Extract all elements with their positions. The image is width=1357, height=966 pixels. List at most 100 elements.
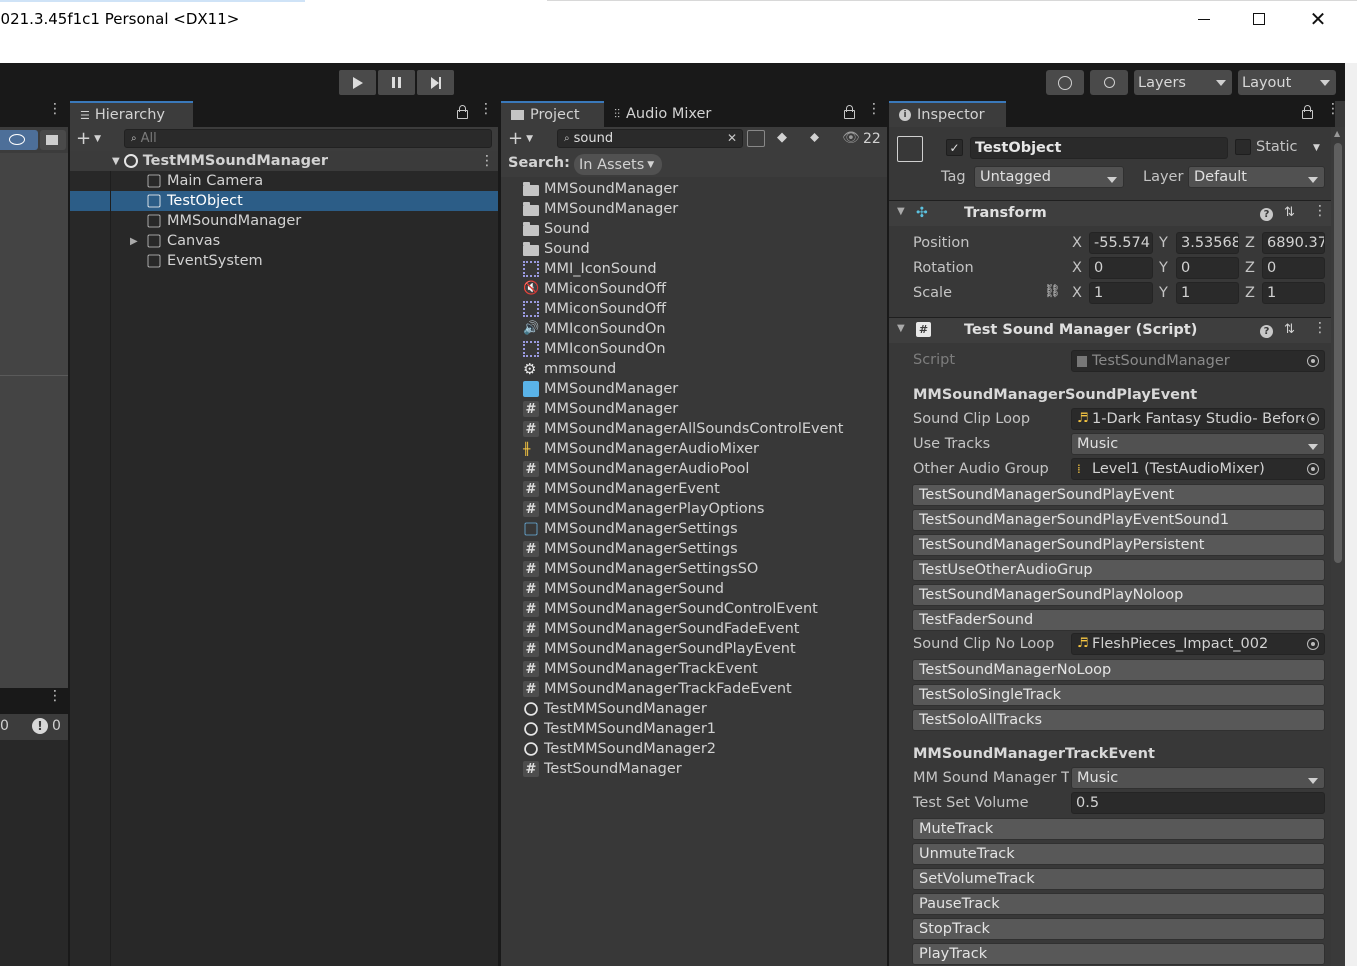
project-search-input[interactable]: ⌕ sound ✕ [557, 129, 743, 148]
create-button[interactable]: + ▼ [508, 128, 533, 149]
close-button[interactable]: ✕ [1290, 4, 1346, 34]
collapse-arrow-icon[interactable]: ▼ [897, 206, 905, 217]
save-search-button[interactable] [747, 130, 765, 147]
list-item[interactable]: # MMSoundManagerSoundControlEvent [523, 599, 818, 619]
list-item[interactable]: ╫ MMSoundManagerAudioMixer [523, 439, 759, 459]
list-item[interactable]: TestMMSoundManager2 [523, 739, 716, 759]
list-item[interactable]: TestMMSoundManager1 [523, 719, 716, 739]
step-button[interactable] [417, 70, 454, 95]
scene-header-row[interactable]: ▼ TestMMSoundManager ⋮ [70, 151, 498, 171]
tag-dropdown[interactable]: Untagged [974, 166, 1124, 188]
expand-arrow-icon[interactable]: ▶ [130, 236, 146, 247]
scene-view[interactable] [0, 153, 68, 688]
volume-field[interactable]: 0.5 [1071, 792, 1325, 814]
list-item[interactable]: # MMSoundManagerTrackFadeEvent [523, 679, 792, 699]
list-item[interactable]: # MMSoundManagerSettingsSO [523, 559, 758, 579]
static-checkbox[interactable] [1235, 139, 1251, 155]
lock-icon[interactable] [844, 105, 855, 119]
gameobject-icon[interactable] [897, 136, 923, 162]
rotation-z-field[interactable]: 0 [1262, 257, 1325, 279]
scrollbar-thumb[interactable] [1334, 143, 1342, 563]
more-menu-icon[interactable]: ⋮ [48, 689, 62, 703]
list-item[interactable]: # MMSoundManagerEvent [523, 479, 720, 499]
presets-icon[interactable]: ⇅ [1284, 322, 1295, 337]
list-item[interactable]: MMSoundManager [523, 179, 678, 199]
tab-hierarchy[interactable]: ☰ Hierarchy [70, 101, 193, 127]
object-name-field[interactable]: TestObject [970, 137, 1228, 159]
track-dropdown[interactable]: Music [1071, 767, 1325, 789]
list-item[interactable]: Sound [523, 219, 590, 239]
chevron-down-icon[interactable]: ▼ [1313, 143, 1320, 153]
list-item[interactable]: 🔇 MMiconSoundOff [523, 279, 666, 299]
list-item[interactable]: # MMSoundManagerSoundFadeEvent [523, 619, 799, 639]
error-count[interactable]: 0 [52, 718, 61, 734]
play-button[interactable] [339, 70, 376, 95]
list-item[interactable]: EventSystem [70, 251, 498, 271]
scale-y-field[interactable]: 1 [1176, 282, 1239, 304]
list-item[interactable]: # MMSoundManagerAudioPool [523, 459, 749, 479]
list-item[interactable]: MMSoundManagerSettings [523, 519, 738, 539]
inspector-action-button[interactable]: PlayTrack [912, 943, 1325, 965]
object-picker-icon[interactable] [1307, 355, 1319, 367]
list-item[interactable]: # MMSoundManagerAllSoundsControlEvent [523, 419, 843, 439]
use-tracks-dropdown[interactable]: Music [1071, 433, 1325, 455]
inspector-action-button[interactable]: TestUseOtherAudioGrup [912, 559, 1325, 581]
inspector-action-button[interactable]: TestSoundManagerSoundPlayEventSound1 [912, 509, 1325, 531]
list-item[interactable]: MMSoundManager [523, 199, 678, 219]
list-item[interactable]: MMSoundManager [70, 211, 498, 231]
list-item[interactable]: # MMSoundManagerSoundPlayEvent [523, 639, 796, 659]
more-menu-icon[interactable]: ⋮ [479, 102, 493, 116]
maximize-button[interactable] [1231, 4, 1287, 34]
layers-dropdown[interactable]: Layers [1134, 70, 1232, 95]
search-scope-in-assets[interactable]: In Assets ▼ [574, 154, 662, 175]
inspector-action-button[interactable]: TestSoloSingleTrack [912, 684, 1325, 706]
inspector-action-button[interactable]: TestSoundManagerSoundPlayNoloop [912, 584, 1325, 606]
list-item[interactable]: ▶ Canvas [70, 231, 498, 251]
sound-clip-loop-field[interactable]: ♬ 1-Dark Fantasy Studio- Before [1071, 408, 1325, 430]
rotation-y-field[interactable]: 0 [1176, 257, 1239, 279]
list-item[interactable]: MMiconSoundOff [523, 299, 666, 319]
inspector-action-button[interactable]: TestSoundManagerNoLoop [912, 659, 1325, 681]
more-menu-icon[interactable]: ⋮ [867, 102, 881, 116]
list-item-selected[interactable]: TestObject [70, 191, 498, 211]
tab-audio-mixer[interactable]: ⫶⫶ Audio Mixer [604, 101, 724, 127]
search-button[interactable] [1090, 70, 1128, 95]
inspector-action-button[interactable]: PauseTrack [912, 893, 1325, 915]
create-button[interactable]: + ▼ [76, 128, 101, 149]
help-icon[interactable]: ? [1260, 208, 1273, 221]
scale-z-field[interactable]: 1 [1262, 282, 1325, 304]
filter-by-label-icon[interactable]: ⬥ [810, 130, 819, 145]
list-item[interactable]: # MMSoundManagerPlayOptions [523, 499, 764, 519]
position-z-field[interactable]: 6890.37 [1262, 232, 1325, 254]
inspector-action-button[interactable]: TestSoundManagerSoundPlayPersistent [912, 534, 1325, 556]
list-item[interactable]: # MMSoundManagerTrackEvent [523, 659, 758, 679]
list-item[interactable]: TestMMSoundManager [523, 699, 707, 719]
presets-icon[interactable]: ⇅ [1284, 205, 1295, 220]
inspector-action-button[interactable]: TestFaderSound [912, 609, 1325, 631]
collapse-arrow-icon[interactable]: ▼ [897, 323, 905, 334]
list-item[interactable]: Sound [523, 239, 590, 259]
object-picker-icon[interactable] [1307, 413, 1319, 425]
tab-inspector[interactable]: i Inspector [889, 101, 1006, 127]
more-menu-icon[interactable]: ⋮ [480, 154, 494, 168]
scroll-up-icon[interactable]: ▲ [1334, 129, 1340, 138]
inspector-scrollbar[interactable]: ▲ [1331, 127, 1345, 966]
list-item[interactable]: # MMSoundManager [523, 399, 678, 419]
more-menu-icon[interactable]: ⋮ [1313, 321, 1327, 335]
inspector-action-button[interactable]: MuteTrack [912, 818, 1325, 840]
inspector-action-button[interactable]: UnmuteTrack [912, 843, 1325, 865]
rotation-x-field[interactable]: 0 [1089, 257, 1153, 279]
more-menu-icon[interactable]: ⋮ [48, 102, 62, 116]
layout-dropdown[interactable]: Layout [1238, 70, 1336, 95]
hierarchy-search-input[interactable]: ⌕ All [124, 129, 492, 148]
list-item[interactable]: # TestSoundManager [523, 759, 682, 779]
list-item[interactable]: # MMSoundManagerSettings [523, 539, 738, 559]
inspector-action-button[interactable]: StopTrack [912, 918, 1325, 940]
more-menu-icon[interactable]: ⋮ [1313, 204, 1327, 218]
position-y-field[interactable]: 3.53568 [1176, 232, 1239, 254]
list-item[interactable]: MMI_IconSound [523, 259, 657, 279]
filter-by-type-icon[interactable]: ◆ [777, 130, 787, 145]
object-picker-icon[interactable] [1307, 638, 1319, 650]
other-audio-group-field[interactable]: ⁞ Level1 (TestAudioMixer) [1071, 458, 1325, 480]
visibility-toggle[interactable] [0, 130, 38, 150]
